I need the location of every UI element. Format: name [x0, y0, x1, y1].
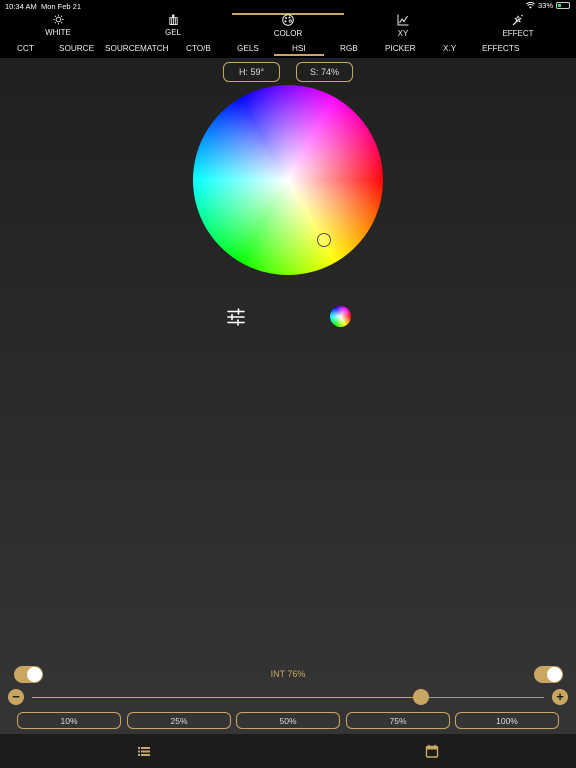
subtab-rgb[interactable]: RGB: [340, 44, 358, 53]
intensity-label: INT 76%: [270, 669, 306, 679]
toggle-knob: [547, 667, 562, 682]
intensity-slider-thumb[interactable]: [413, 689, 430, 705]
wifi-icon: [526, 2, 535, 9]
tab-color[interactable]: COLOR: [243, 14, 333, 40]
subtab-hsi[interactable]: HSI: [292, 44, 306, 53]
subtab-active-indicator: [274, 54, 324, 56]
tab-gel[interactable]: GEL: [128, 14, 218, 40]
status-date: Mon Feb 21: [41, 2, 82, 11]
subtab-x-y[interactable]: X.Y: [443, 44, 456, 53]
battery-icon: [556, 2, 570, 9]
tab-gel-label: GEL: [164, 28, 181, 37]
magic-wand-icon: [512, 14, 523, 26]
battery-percent: 33%: [537, 1, 553, 10]
tab-effect[interactable]: EFFECT: [473, 14, 563, 40]
color-wheel-saturation-overlay: [193, 85, 383, 275]
preset-50-button[interactable]: 50%: [236, 712, 340, 729]
header: 10:34 AM Mon Feb 21 33% WHITE GEL COLOR …: [0, 0, 576, 58]
subtab-source[interactable]: SOURCE: [59, 44, 94, 53]
left-toggle[interactable]: [14, 666, 43, 683]
subtab-cct[interactable]: CCT: [17, 44, 34, 53]
hsi-color-wheel[interactable]: [193, 85, 383, 275]
subtab-effects[interactable]: EFFECTS: [482, 44, 519, 53]
palette-icon: [282, 14, 294, 26]
intensity-slider-remaining: [421, 697, 544, 698]
status-time: 10:34 AM: [5, 2, 37, 11]
tab-color-label: COLOR: [273, 29, 303, 38]
xy-graph-icon: [397, 14, 409, 26]
tab-xy[interactable]: XY: [358, 14, 448, 40]
intensity-increase-button[interactable]: +: [552, 689, 568, 705]
subtab-sourcematch[interactable]: SOURCEMATCH: [105, 44, 169, 53]
color-wheel-mode-icon[interactable]: [330, 306, 351, 327]
preset-10-button[interactable]: 10%: [17, 712, 121, 729]
status-bar: 10:34 AM Mon Feb 21 33%: [0, 0, 576, 12]
preset-25-button[interactable]: 25%: [127, 712, 231, 729]
tab-white[interactable]: WHITE: [13, 14, 103, 40]
sliders-icon[interactable]: [227, 308, 245, 326]
saturation-value-pill[interactable]: S: 74%: [296, 62, 353, 82]
hue-value-pill[interactable]: H: 59°: [223, 62, 280, 82]
gel-filter-icon: [168, 14, 178, 25]
tab-effect-label: EFFECT: [502, 29, 534, 38]
subtab-cto-b[interactable]: CTO/B: [186, 44, 211, 53]
tab-white-label: WHITE: [45, 28, 71, 37]
calendar-icon[interactable]: [425, 744, 439, 758]
preset-100-button[interactable]: 100%: [455, 712, 559, 729]
right-toggle[interactable]: [534, 666, 563, 683]
toggle-knob: [27, 667, 42, 682]
bottom-toolbar: [0, 734, 576, 768]
intensity-decrease-button[interactable]: −: [8, 689, 24, 705]
subtab-picker[interactable]: PICKER: [385, 44, 415, 53]
tab-xy-label: XY: [397, 29, 409, 38]
preset-75-button[interactable]: 75%: [346, 712, 450, 729]
sun-icon: [52, 14, 64, 25]
status-right: 33%: [526, 1, 570, 10]
subtab-gels[interactable]: GELS: [237, 44, 259, 53]
list-icon[interactable]: [137, 744, 151, 758]
